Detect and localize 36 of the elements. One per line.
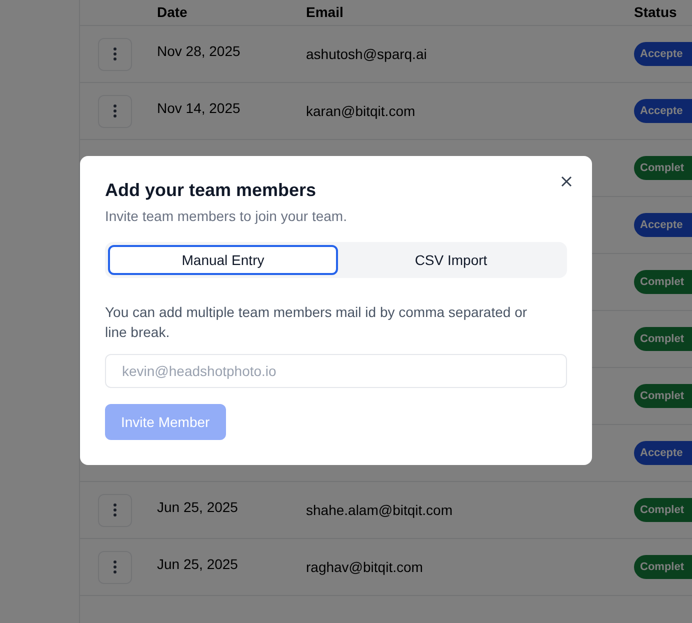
- column-header: Email: [306, 3, 344, 22]
- status-badge: Complet: [634, 270, 692, 294]
- dialog-subtitle: Invite team members to join your team.: [105, 207, 348, 226]
- email-text: raghav@bitqit.com: [306, 559, 423, 575]
- dialog-title: Add your team members: [105, 179, 318, 202]
- email-text: shahe.alam@bitqit.com: [306, 502, 453, 518]
- date-text: Nov 14, 2025: [157, 100, 240, 116]
- column-header: Status: [634, 3, 677, 22]
- date-text: Nov 28, 2025: [157, 43, 240, 59]
- email-input-field[interactable]: kevin@headshotphoto.io: [105, 354, 567, 388]
- status-badge: Complet: [634, 554, 692, 580]
- tab[interactable]: CSV Import: [338, 245, 564, 275]
- more-vertical-icon: [113, 503, 117, 517]
- status-badge: Complet: [634, 498, 692, 522]
- column-header: Date: [157, 3, 188, 22]
- status-badge: Accepte: [634, 98, 692, 124]
- status-badge: Accepte: [634, 212, 692, 238]
- row-menu-button[interactable]: [98, 94, 132, 128]
- row-menu-button[interactable]: [98, 38, 132, 70]
- close-icon: [560, 176, 572, 186]
- status-badge: Complet: [634, 384, 692, 408]
- more-vertical-icon: [113, 47, 117, 61]
- status-badge: Accepte: [634, 440, 692, 466]
- more-vertical-icon: [113, 104, 117, 118]
- status-badge: Complet: [634, 156, 692, 180]
- row-menu-button[interactable]: [98, 494, 132, 526]
- row-menu-button[interactable]: [98, 550, 132, 584]
- email-text: ashutosh@sparq.ai: [306, 46, 427, 62]
- tab[interactable]: Manual Entry: [108, 245, 338, 275]
- email-text: karan@bitqit.com: [306, 103, 416, 119]
- more-vertical-icon: [113, 560, 117, 574]
- status-badge: Accepte: [634, 42, 692, 66]
- help-text: You can add multiple team members mail id by comma separated or line break.: [105, 303, 528, 342]
- date-text: Jun 25, 2025: [157, 499, 238, 515]
- status-badge: Complet: [634, 326, 692, 352]
- date-text: Jun 25, 2025: [157, 556, 238, 572]
